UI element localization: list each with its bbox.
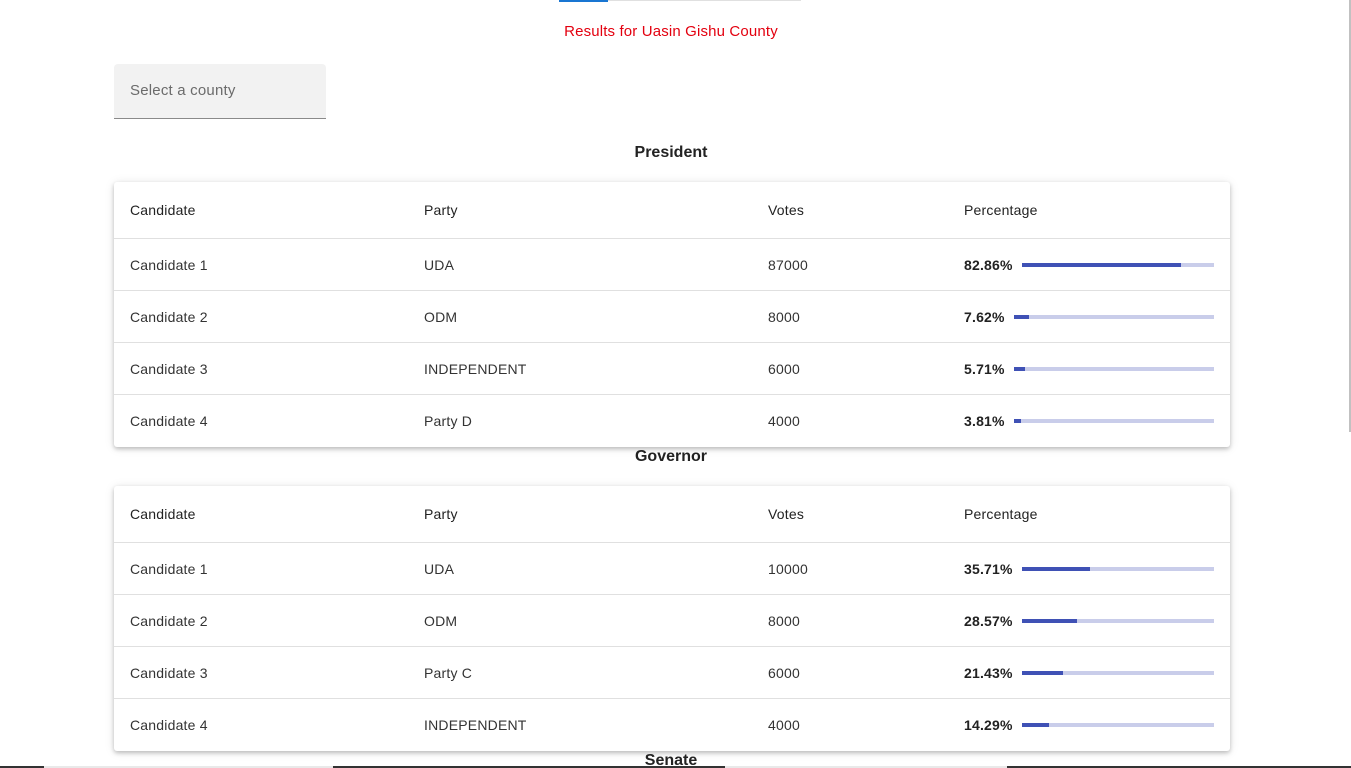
vote-count: 8000	[768, 308, 800, 325]
vote-count: 8000	[768, 612, 800, 629]
progress-bar-track	[1021, 723, 1214, 727]
county-select-placeholder: Select a county	[130, 82, 236, 99]
candidate-name: Candidate 2	[130, 612, 208, 629]
progress-bar-fill	[1013, 366, 1026, 371]
table-row: Candidate 2 ODM 8000 7.62%	[114, 291, 1230, 343]
percentage-cell: 5.71%	[964, 361, 1214, 377]
percentage-value: 21.43%	[964, 664, 1013, 681]
percentage-value: 35.71%	[964, 560, 1013, 577]
percentage-cell: 7.62%	[964, 309, 1214, 325]
table-row: Candidate 1 UDA 10000 35.71%	[114, 543, 1230, 595]
table-row: Candidate 2 ODM 8000 28.57%	[114, 595, 1230, 647]
progress-bar-fill	[1021, 723, 1050, 727]
vote-count: 4000	[768, 717, 800, 733]
table-row: Candidate 1 UDA 87000 82.86%	[114, 239, 1230, 291]
progress-bar-track	[1021, 262, 1214, 267]
party-name: Party D	[424, 413, 473, 429]
progress-bar-track	[1021, 670, 1214, 675]
column-header-votes: Votes	[768, 202, 805, 218]
vote-count: 4000	[768, 413, 800, 429]
results-title: Results for Uasin Gishu County	[564, 23, 778, 40]
column-header-candidate: Candidate	[130, 506, 196, 522]
party-name: ODM	[424, 612, 458, 629]
percentage-value: 14.29%	[964, 717, 1013, 733]
percentage-cell: 35.71%	[964, 561, 1214, 577]
percentage-value: 82.86%	[964, 256, 1013, 273]
column-header-percentage: Percentage	[964, 202, 1038, 218]
president-results-table: Candidate Party Votes Percentage Candidate 1…	[114, 182, 1230, 447]
percentage-cell: 21.43%	[964, 665, 1214, 681]
progress-bar-fill	[1021, 618, 1077, 623]
candidate-name: Candidate 4	[130, 717, 208, 733]
percentage-value: 28.57%	[964, 612, 1013, 629]
table-header-row: Candidate Party Votes Percentage	[114, 486, 1230, 543]
column-header-party: Party	[424, 202, 458, 218]
percentage-value: 7.62%	[964, 308, 1005, 325]
vote-count: 6000	[768, 360, 800, 377]
column-header-candidate: Candidate	[130, 202, 196, 218]
column-header-party: Party	[424, 506, 458, 522]
progress-bar-track	[1013, 419, 1214, 423]
candidate-name: Candidate 1	[130, 256, 208, 273]
table-row: Candidate 4 INDEPENDENT 4000 14.29%	[114, 699, 1230, 751]
party-name: UDA	[424, 256, 455, 273]
party-name: INDEPENDENT	[424, 717, 527, 733]
tab-active-indicator[interactable]	[559, 0, 608, 2]
party-name: ODM	[424, 308, 458, 325]
column-header-percentage: Percentage	[964, 506, 1038, 522]
table-row: Candidate 4 Party D 4000 3.81%	[114, 395, 1230, 447]
candidate-name: Candidate 3	[130, 664, 208, 681]
party-name: Party C	[424, 664, 473, 681]
table-row: Candidate 3 INDEPENDENT 6000 5.71%	[114, 343, 1230, 395]
progress-bar-track	[1013, 366, 1214, 371]
percentage-cell: 82.86%	[964, 257, 1214, 273]
progress-bar-track	[1021, 566, 1214, 571]
progress-bar-fill	[1021, 566, 1091, 571]
percentage-cell: 3.81%	[964, 413, 1214, 429]
table-header-row: Candidate Party Votes Percentage	[114, 182, 1230, 239]
county-select[interactable]: Select a county	[114, 64, 326, 119]
percentage-value: 5.71%	[964, 360, 1005, 377]
progress-bar-fill	[1013, 419, 1022, 423]
progress-bar-fill	[1021, 262, 1182, 267]
vote-count: 10000	[768, 560, 808, 577]
candidate-name: Candidate 3	[130, 360, 208, 377]
candidate-name: Candidate 4	[130, 413, 208, 429]
candidate-name: Candidate 1	[130, 560, 208, 577]
vote-count: 6000	[768, 664, 800, 681]
progress-bar-track	[1021, 618, 1214, 623]
section-heading-president: President	[634, 144, 708, 161]
party-name: UDA	[424, 560, 455, 577]
section-heading-governor: Governor	[634, 448, 707, 465]
percentage-value: 3.81%	[964, 413, 1005, 429]
party-name: INDEPENDENT	[424, 360, 527, 377]
column-header-votes: Votes	[768, 506, 805, 522]
table-row: Candidate 3 Party C 6000 21.43%	[114, 647, 1230, 699]
progress-bar-fill	[1021, 670, 1063, 675]
vote-count: 87000	[768, 256, 808, 273]
governor-results-table: Candidate Party Votes Percentage Candidate 1…	[114, 486, 1230, 751]
percentage-cell: 14.29%	[964, 717, 1214, 733]
progress-bar-track	[1013, 314, 1214, 319]
percentage-cell: 28.57%	[964, 613, 1214, 629]
candidate-name: Candidate 2	[130, 308, 208, 325]
progress-bar-fill	[1013, 314, 1029, 319]
